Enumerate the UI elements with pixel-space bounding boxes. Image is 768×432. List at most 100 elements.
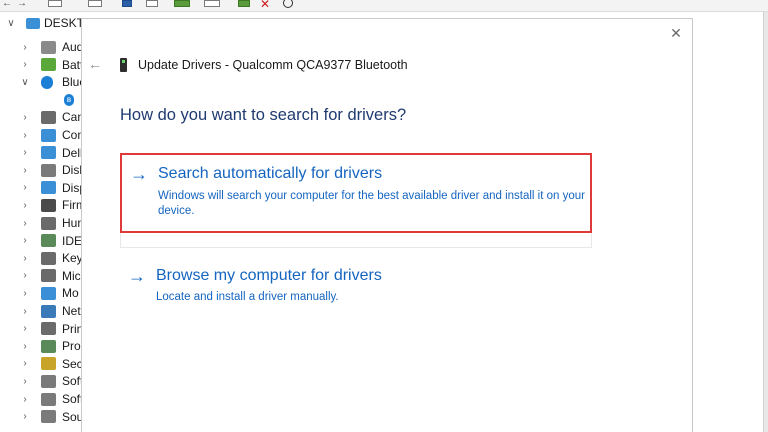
computer-icon	[41, 128, 56, 142]
chevron-right-icon[interactable]: ›	[20, 59, 30, 70]
tree-item[interactable]: › Key	[0, 249, 82, 267]
uninstall-icon[interactable]: ✕	[260, 0, 272, 10]
forward-icon[interactable]: →	[17, 0, 29, 9]
option-description: Windows will search your computer for th…	[158, 190, 585, 217]
back-icon[interactable]: ←	[2, 0, 14, 9]
scrollbar[interactable]	[763, 12, 768, 432]
tree-item[interactable]: › Mic	[0, 267, 82, 285]
chevron-right-icon[interactable]: ›	[20, 130, 30, 141]
download-icon[interactable]	[283, 0, 293, 8]
tree-item[interactable]: › Batt	[0, 56, 82, 74]
browse-computer-option[interactable]: → Browse my computer for drivers Locate …	[120, 259, 592, 309]
tree-item-label: Hun	[62, 216, 82, 230]
chevron-right-icon[interactable]: ›	[20, 411, 30, 422]
chevron-right-icon[interactable]: ›	[20, 376, 30, 387]
software-component-icon	[41, 374, 56, 388]
arrow-right-icon: →	[130, 164, 148, 184]
chevron-right-icon[interactable]: ›	[20, 341, 30, 352]
tree-item-label: Sou	[62, 409, 82, 424]
tree-item[interactable]: › Mo	[0, 284, 82, 302]
bluetooth-icon	[41, 75, 53, 89]
network-icon	[41, 304, 56, 318]
show-hidden-icon[interactable]	[88, 0, 102, 7]
tree-item[interactable]: › Sec	[0, 355, 82, 373]
sound-icon	[41, 410, 56, 424]
help-icon[interactable]	[122, 0, 132, 7]
tree-item[interactable]: › Soft	[0, 372, 82, 390]
close-icon[interactable]: ✕	[668, 25, 684, 41]
chevron-right-icon[interactable]: ›	[20, 182, 30, 193]
tree-item[interactable]: › Disp	[0, 179, 82, 197]
view-icon[interactable]	[146, 0, 158, 7]
option-description: Locate and install a driver manually.	[156, 291, 339, 303]
tree-item[interactable]: › Net	[0, 302, 82, 320]
option-card-edge	[120, 233, 592, 248]
chevron-right-icon[interactable]: ›	[20, 288, 30, 299]
tree-item[interactable]: ∨ Blue	[0, 73, 82, 91]
update-driver-icon[interactable]	[174, 0, 190, 7]
tree-item[interactable]: › Hun	[0, 214, 82, 232]
tree-item-label: Disk	[62, 163, 82, 178]
dialog-title: Update Drivers - Qualcomm QCA9377 Blueto…	[138, 58, 408, 72]
tree-item[interactable]: › Dell	[0, 144, 82, 162]
tree-item[interactable]: › Con	[0, 126, 82, 144]
chevron-right-icon[interactable]: ›	[20, 358, 30, 369]
chevron-right-icon[interactable]: ›	[20, 147, 30, 158]
software-device-icon	[41, 392, 56, 406]
device-tree: ∨ DESKTO › Aud › Batt ∨ Blue ʙ › Can › Con › Dell › Disk…	[0, 12, 82, 432]
option-heading[interactable]: Browse my computer for drivers	[156, 267, 382, 285]
chevron-right-icon[interactable]: ›	[20, 42, 30, 53]
chevron-right-icon[interactable]: ›	[20, 394, 30, 405]
chevron-right-icon[interactable]: ›	[20, 200, 30, 211]
tree-child-item[interactable]: ʙ	[0, 91, 82, 109]
chevron-right-icon[interactable]: ›	[20, 235, 30, 246]
toolbar: ← → ✕	[0, 0, 768, 12]
chevron-right-icon[interactable]: ›	[20, 323, 30, 334]
camera-icon	[41, 110, 56, 124]
dialog-question: How do you want to search for drivers?	[120, 106, 407, 124]
tree-root[interactable]: ∨ DESKTO	[0, 14, 82, 32]
chevron-down-icon[interactable]: ∨	[20, 77, 30, 88]
tree-item-label: Mo	[62, 286, 79, 301]
chevron-right-icon[interactable]: ›	[20, 165, 30, 176]
tree-item[interactable]: › Soft	[0, 390, 82, 408]
tree-item-label: Net	[62, 304, 81, 318]
monitor-icon	[41, 146, 56, 160]
chevron-right-icon[interactable]: ›	[20, 270, 30, 281]
ide-controller-icon	[41, 234, 56, 248]
chevron-down-icon[interactable]: ∨	[6, 18, 16, 29]
chevron-right-icon[interactable]: ›	[20, 253, 30, 264]
properties-icon[interactable]	[48, 0, 62, 7]
tree-item-label: Prin	[62, 321, 82, 336]
tree-item[interactable]: › Can	[0, 108, 82, 126]
chevron-right-icon[interactable]: ›	[20, 218, 30, 229]
tree-item[interactable]: › Prin	[0, 320, 82, 338]
computer-icon	[26, 17, 40, 29]
disk-drive-icon	[41, 163, 56, 177]
chevron-right-icon[interactable]: ›	[20, 306, 30, 317]
battery-icon	[41, 58, 56, 72]
tree-item-label: Can	[62, 110, 82, 125]
tree-item-label: Disp	[62, 180, 82, 195]
display-adapter-icon	[41, 181, 56, 195]
scan-icon[interactable]	[204, 0, 220, 7]
chevron-right-icon[interactable]: ›	[20, 112, 30, 123]
tree-item-label: Soft	[62, 392, 82, 406]
tree-item[interactable]: › Pro	[0, 337, 82, 355]
tree-item[interactable]: › Sou	[0, 408, 82, 426]
tree-item-label: Sec	[62, 356, 82, 371]
tree-item[interactable]: › IDE	[0, 232, 82, 250]
bluetooth-device-icon: ʙ	[64, 93, 74, 106]
tree-item-label: Aud	[62, 40, 82, 54]
usb-device-icon	[120, 58, 127, 72]
tree-item[interactable]: › Firm	[0, 196, 82, 214]
back-arrow-icon[interactable]: ←	[88, 56, 104, 72]
tree-item-label: Key	[62, 251, 82, 266]
printer-icon	[41, 322, 56, 336]
search-automatically-option[interactable]: → Search automatically for drivers Windo…	[120, 153, 592, 233]
tree-item[interactable]: › Disk	[0, 161, 82, 179]
arrow-right-icon: →	[128, 266, 146, 286]
tree-item[interactable]: › Aud	[0, 38, 82, 56]
option-heading[interactable]: Search automatically for drivers	[158, 165, 382, 183]
enable-icon[interactable]	[238, 0, 250, 7]
